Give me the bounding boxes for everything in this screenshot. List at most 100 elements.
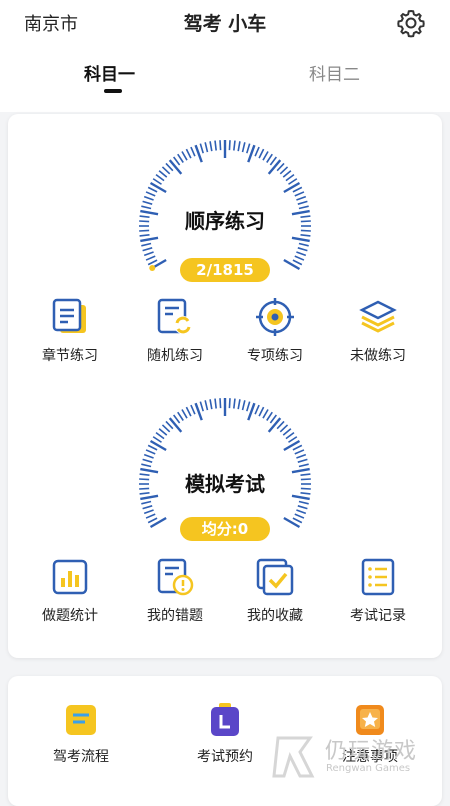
bar-chart-icon [52, 559, 88, 595]
app-header: 南京市 驾考 小车 科目一 科目二 [0, 0, 450, 112]
average-score-badge: 均分:0 [180, 517, 270, 541]
exam-appointment-button[interactable]: 考试预约 [180, 702, 270, 766]
gauge-tick [145, 449, 156, 455]
gauge-tick [168, 417, 183, 433]
exam-appointment-label: 考试预约 [197, 749, 253, 765]
gauge-tick [141, 242, 152, 247]
favorites-icon [256, 558, 294, 596]
gauge-tick [262, 409, 269, 419]
chapter-practice-button[interactable]: 章节练习 [25, 297, 115, 365]
watermark-subtext: Rengwan Games [326, 763, 411, 774]
gauge-tick [297, 200, 308, 205]
gauge-tick [276, 420, 285, 430]
gauge-tick [145, 191, 156, 197]
shuffle-document-icon [157, 298, 192, 334]
gauge-tick [296, 251, 307, 257]
gauge-tick [142, 505, 153, 510]
gauge-tick [297, 458, 308, 463]
list-icon [361, 558, 395, 596]
gauge-tick [297, 505, 308, 510]
layers-icon [359, 300, 397, 333]
gauge-tick [199, 143, 204, 154]
gauge-tick [143, 509, 154, 515]
gauge-tick [147, 444, 158, 451]
gauge-tick [288, 178, 298, 185]
gauge-tick [266, 411, 273, 421]
process-icon [66, 705, 96, 735]
stats-label: 做题统计 [42, 608, 98, 624]
gauge-tick [158, 428, 168, 436]
gauge-tick [294, 449, 305, 455]
gauge-tick [296, 453, 307, 459]
gauge-tick [143, 453, 154, 459]
stats-button[interactable]: 做题统计 [25, 557, 115, 625]
gauge-tick [279, 166, 289, 175]
gauge-tick [155, 431, 165, 440]
wrong-questions-label: 我的错题 [147, 608, 203, 624]
random-practice-button[interactable]: 随机练习 [130, 297, 220, 365]
page-title: 驾考 小车 [183, 13, 267, 35]
special-practice-label: 专项练习 [247, 348, 303, 364]
gauge-tick [266, 153, 273, 163]
gauge-tick [161, 424, 171, 433]
gauge-tick [141, 463, 152, 468]
gauge-tick [141, 500, 152, 505]
sequential-practice-title[interactable]: 顺序练习 [135, 205, 315, 234]
gauge-tick [237, 141, 241, 152]
gauge-tick [142, 247, 153, 252]
gauge-tick [155, 173, 165, 182]
gauge-tick [246, 401, 251, 412]
practice-progress-badge: 2/1815 [180, 258, 270, 282]
gauge-tick [161, 166, 171, 175]
gauge-tick [177, 411, 184, 421]
tab-subject-one[interactable]: 科目一 [84, 60, 135, 85]
mock-exam-gauge[interactable] [135, 394, 315, 534]
gear-icon[interactable] [396, 8, 426, 38]
gauge-tick [214, 140, 217, 151]
gauge-tick [300, 234, 311, 237]
gauge-tick [298, 500, 309, 505]
gauge-tick [165, 420, 174, 430]
exam-records-label: 考试记录 [350, 608, 406, 624]
error-document-icon [157, 558, 194, 596]
gauge-tick [168, 159, 183, 175]
undone-practice-button[interactable]: 未做练习 [333, 297, 423, 365]
chapter-practice-label: 章节练习 [42, 348, 98, 364]
gauge-tick [145, 513, 156, 519]
gauge-tick [269, 414, 278, 424]
gauge-tick [172, 156, 181, 166]
wrong-questions-button[interactable]: 我的错题 [130, 557, 220, 625]
gauge-tick [292, 186, 303, 193]
gauge-tick [147, 259, 158, 266]
gauge-tick [190, 404, 196, 415]
gauge-tick [152, 178, 162, 185]
gauge-tick [147, 186, 158, 193]
exam-records-button[interactable]: 考试记录 [333, 557, 423, 625]
gauge-tick [285, 431, 295, 440]
gauge-tick [262, 151, 269, 161]
target-icon [256, 298, 294, 336]
gauge-tick [237, 399, 241, 410]
gauge-tick [292, 259, 303, 266]
mock-exam-title[interactable]: 模拟考试 [135, 468, 315, 497]
gauge-tick [233, 398, 236, 409]
gauge-tick [294, 255, 305, 261]
gauge-tick [297, 247, 308, 252]
gauge-tick [177, 153, 184, 163]
gauge-tick [254, 404, 260, 415]
gauge-tick [269, 156, 278, 166]
watermark-text: 仍玩游戏 [325, 739, 418, 764]
gauge-tick [181, 409, 188, 419]
gauge-tick [214, 398, 217, 409]
gauge-tick [147, 517, 158, 524]
gauge-tick [228, 140, 231, 151]
gauge-tick [246, 143, 251, 154]
gauge-tick [190, 146, 196, 157]
gauge-tick [294, 191, 305, 197]
favorites-button[interactable]: 我的收藏 [230, 557, 320, 625]
exam-process-button[interactable]: 驾考流程 [36, 702, 126, 766]
special-practice-button[interactable]: 专项练习 [230, 297, 320, 365]
gauge-tick [276, 162, 285, 172]
tab-subject-two[interactable]: 科目二 [309, 60, 360, 85]
active-tab-indicator [104, 89, 122, 93]
